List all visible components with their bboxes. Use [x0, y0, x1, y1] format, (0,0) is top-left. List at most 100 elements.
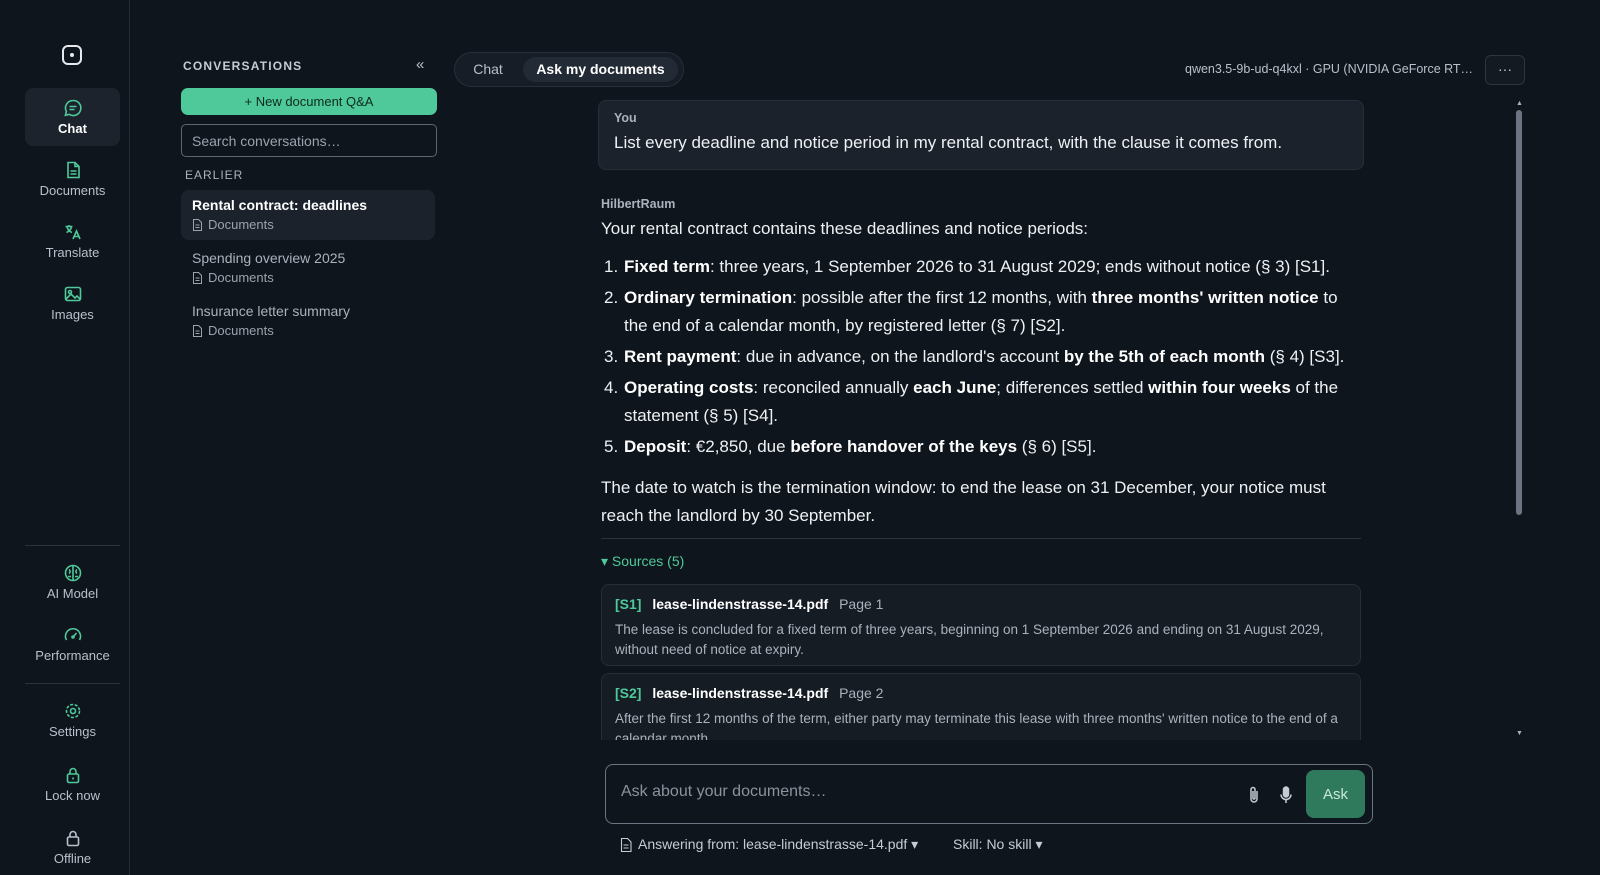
nav-item-documents[interactable]: Documents — [25, 150, 120, 208]
composer: Ask — [605, 764, 1373, 824]
source-page: Page 2 — [839, 685, 884, 701]
answer-text: : €2,850, due — [686, 437, 791, 456]
image-icon — [64, 286, 81, 302]
answer-text: (§ 6) [S5]. — [1017, 437, 1097, 456]
skill-selector[interactable]: Skill: No skill ▾ — [953, 836, 1042, 853]
conversation-type: Documents — [192, 323, 424, 338]
answer-text: : reconciled annually — [753, 378, 914, 397]
rail-divider — [25, 545, 120, 546]
nav-item-ai-model[interactable]: AI Model — [25, 553, 120, 611]
conversations-title: CONVERSATIONS — [183, 59, 303, 73]
answer-text: : three years, 1 September 2026 to 31 Au… — [709, 257, 1330, 276]
nav-item-label: Documents — [39, 183, 106, 198]
new-document-qa-button[interactable]: + New document Q&A — [181, 88, 437, 115]
model-status: qwen3.5-9b-ud-q4kxl · GPU (NVIDIA GeForc… — [1185, 62, 1474, 76]
tab-ask-my-documents[interactable]: Ask my documents — [523, 57, 678, 82]
more-options-button[interactable]: ··· — [1485, 55, 1525, 85]
scroll-thumb[interactable] — [1516, 110, 1522, 515]
document-icon — [193, 218, 202, 231]
collapse-panel-button[interactable]: « — [416, 56, 424, 73]
user-label: You — [614, 111, 637, 125]
nav-item-chat[interactable]: Chat — [25, 88, 120, 146]
paperclip-icon[interactable] — [1246, 785, 1262, 805]
answer-text: ; differences settled — [996, 378, 1149, 397]
document-icon — [66, 161, 80, 179]
nav-item-settings[interactable]: Settings — [25, 691, 120, 749]
answer-item-number: 5. — [604, 437, 619, 456]
conversation-title: Spending overview 2025 — [192, 250, 346, 266]
answer-text: : possible after the first 12 months, wi… — [792, 288, 1092, 307]
nav-item-translate[interactable]: Translate — [25, 212, 120, 270]
answer-emphasis: within four weeks — [1148, 378, 1291, 397]
chat-icon — [63, 99, 82, 117]
conversation-item[interactable]: Spending overview 2025 Documents — [181, 243, 435, 293]
ask-button[interactable]: Ask — [1306, 770, 1365, 818]
answer-emphasis: by the 5th of each month — [1063, 347, 1266, 366]
nav-item-label: Settings — [49, 724, 96, 739]
gear-icon — [65, 703, 80, 719]
source-card[interactable]: [S2] lease-lindenstrasse-14.pdf Page 2 A… — [601, 673, 1361, 740]
user-message: You List every deadline and notice perio… — [598, 100, 1364, 170]
microphone-icon[interactable] — [1278, 785, 1294, 805]
answer-emphasis: three months' written notice — [1091, 288, 1319, 307]
conversation-type-label: Documents — [208, 270, 274, 285]
skill-label: Skill: No skill ▾ — [953, 836, 1043, 852]
answer-emphasis: Ordinary termination — [624, 288, 793, 307]
source-file: lease-lindenstrasse-14.pdf — [652, 596, 829, 612]
answer-item-number: 2. — [604, 288, 619, 307]
source-excerpt: After the first 12 months of the term, e… — [615, 711, 1338, 740]
answering-from-selector[interactable]: Answering from: lease-lindenstrasse-14.p… — [620, 836, 918, 853]
lock-icon — [66, 830, 79, 847]
conversation-type-label: Documents — [208, 217, 274, 232]
brain-icon — [64, 564, 81, 582]
nav-item-lock-now[interactable]: Lock now — [25, 755, 120, 813]
app-window: Chat Documents Translate Images AI Model… — [0, 0, 1600, 875]
conversation-title: Rental contract: deadlines — [192, 197, 368, 213]
tab-chat[interactable]: Chat — [459, 57, 517, 82]
divider — [601, 538, 1361, 539]
app-logo-icon[interactable] — [62, 45, 82, 65]
scrollbar[interactable]: ▲ ▼ — [1515, 100, 1523, 740]
offline-status: Offline — [25, 820, 120, 872]
user-message-text: List every deadline and notice period in… — [614, 133, 1283, 152]
document-icon — [193, 324, 202, 337]
scroll-down-arrow-icon[interactable]: ▼ — [1516, 730, 1523, 737]
answer-text: : due in advance, on the landlord's acco… — [736, 347, 1064, 366]
source-file: lease-lindenstrasse-14.pdf — [652, 685, 829, 701]
nav-item-images[interactable]: Images — [25, 274, 120, 332]
answer-emphasis: Deposit — [624, 437, 687, 456]
mode-toggle: Chat Ask my documents — [454, 52, 684, 87]
answer-item: 5. Deposit: €2,850, due before handover o… — [601, 433, 1356, 461]
answer-emphasis: each June — [913, 378, 997, 397]
question-input[interactable] — [621, 783, 1221, 801]
answer-item-number: 3. — [604, 347, 619, 366]
conversation-item[interactable]: Insurance letter summary Documents — [181, 296, 435, 346]
conversation-item[interactable]: Rental contract: deadlines Documents — [181, 190, 435, 240]
answer-emphasis: before handover of the keys — [790, 437, 1018, 456]
answer-item: 3. Rent payment: due in advance, on the l… — [601, 343, 1356, 371]
gauge-icon — [64, 627, 81, 641]
conversation-type-label: Documents — [208, 323, 274, 338]
answer-text: (§ 4) [S3]. — [1265, 347, 1345, 366]
nav-item-performance[interactable]: Performance — [25, 615, 120, 673]
document-icon — [193, 271, 202, 284]
rail-divider — [25, 683, 120, 684]
nav-item-label: AI Model — [46, 586, 99, 601]
answer-item: 4. Operating costs: reconciled annually e… — [601, 374, 1356, 430]
source-id: [S2] — [615, 685, 642, 701]
assistant-intro: Your rental contract contains these dead… — [601, 219, 1089, 238]
answer-item: 2. Ordinary termination: possible after t… — [601, 284, 1356, 340]
nav-item-label: Translate — [45, 245, 100, 260]
scroll-up-arrow-icon[interactable]: ▲ — [1516, 100, 1523, 107]
answer-emphasis: Fixed term — [624, 257, 710, 276]
source-card[interactable]: [S1] lease-lindenstrasse-14.pdf Page 1 T… — [601, 584, 1361, 666]
message-list: You List every deadline and notice perio… — [598, 100, 1368, 740]
lock-icon — [66, 767, 79, 784]
source-excerpt: The lease is concluded for a fixed term … — [615, 622, 1324, 657]
sources-toggle[interactable]: ▾ Sources (5) — [601, 553, 684, 570]
source-page: Page 1 — [839, 596, 884, 612]
assistant-label: HilbertRaum — [601, 197, 676, 211]
search-conversations-input[interactable] — [181, 124, 437, 157]
answer-emphasis: Operating costs — [624, 378, 754, 397]
conversation-title: Insurance letter summary — [192, 303, 350, 319]
